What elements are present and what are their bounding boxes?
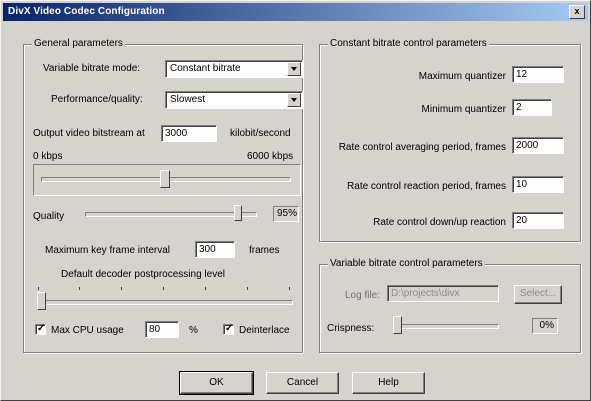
postproc-tick: [79, 287, 80, 290]
quality-readout: 95%: [273, 206, 299, 222]
crispness-label: Crispness:: [327, 323, 375, 334]
close-icon[interactable]: x: [569, 5, 585, 19]
postprocessing-label: Default decoder postprocessing level: [61, 269, 225, 280]
performance-quality-select[interactable]: Slowest: [165, 91, 303, 109]
performance-quality-value: Slowest: [170, 94, 206, 105]
postproc-tick: [163, 287, 164, 290]
vbr-mode-value: Constant bitrate: [170, 63, 241, 74]
vbr-mode-select[interactable]: Constant bitrate: [165, 60, 303, 78]
vbr-parameters-group: Variable bitrate control parameters: [319, 258, 581, 353]
rc-averaging-period-input[interactable]: 2000: [512, 137, 564, 154]
chevron-down-icon[interactable]: [287, 62, 301, 76]
window-title: DivX Video Codec Configuration: [8, 6, 165, 17]
general-parameters-title: General parameters: [32, 38, 125, 49]
min-quantizer-input[interactable]: 2: [512, 99, 552, 116]
log-file-label: Log file:: [345, 290, 381, 301]
postproc-tick: [289, 287, 290, 290]
help-button[interactable]: Help: [352, 372, 425, 394]
performance-quality-label: Performance/quality:: [51, 94, 143, 105]
bitrate-label: Output video bitstream at: [33, 128, 145, 139]
vbr-mode-label: Variable bitrate mode:: [43, 63, 141, 74]
cbr-parameters-title: Constant bitrate control parameters: [328, 38, 489, 49]
rc-reaction-period-label: Rate control reaction period, frames: [347, 181, 506, 192]
crispness-slider-thumb[interactable]: [393, 316, 402, 334]
postproc-tick: [205, 287, 206, 290]
quality-label: Quality: [33, 211, 65, 222]
deinterlace-checkbox[interactable]: [223, 323, 234, 335]
rc-down-up-reaction-label: Rate control down/up reaction: [373, 217, 506, 228]
max-cpu-label: Max CPU usage: [51, 325, 124, 336]
crispness-slider-track: [393, 324, 499, 329]
max-key-frame-label: Maximum key frame interval: [45, 245, 171, 256]
max-key-frame-input[interactable]: 300: [195, 241, 235, 258]
bitrate-unit: kilobit/second: [230, 128, 291, 139]
postproc-slider-track: [37, 300, 293, 305]
max-cpu-checkbox[interactable]: [35, 323, 46, 335]
title-bar: DivX Video Codec Configuration x: [3, 3, 588, 21]
postproc-tick: [247, 287, 248, 290]
max-quantizer-label: Maximum quantizer: [418, 71, 506, 82]
cancel-button[interactable]: Cancel: [266, 372, 339, 394]
vbr-parameters-title: Variable bitrate control parameters: [328, 258, 485, 269]
max-cpu-unit: %: [189, 325, 198, 336]
chevron-down-icon[interactable]: [287, 93, 301, 107]
max-key-frame-unit: frames: [249, 245, 280, 256]
deinterlace-label: Deinterlace: [239, 325, 290, 336]
log-file-input[interactable]: D:\projects\divx: [387, 285, 499, 302]
rc-reaction-period-input[interactable]: 10: [512, 176, 564, 193]
rc-down-up-reaction-input[interactable]: 20: [512, 212, 564, 229]
postproc-tick: [121, 287, 122, 290]
max-quantizer-input[interactable]: 12: [512, 66, 564, 83]
ok-button[interactable]: OK: [179, 371, 254, 395]
bitrate-slider-thumb[interactable]: [160, 170, 170, 188]
bitrate-min-label: 0 kbps: [33, 151, 63, 162]
postproc-tick: [38, 287, 39, 290]
select-log-button[interactable]: Select...: [514, 285, 562, 304]
min-quantizer-label: Minimum quantizer: [421, 104, 506, 115]
bitrate-input[interactable]: 3000: [161, 125, 217, 142]
quality-slider-track: [85, 212, 257, 217]
crispness-readout: 0%: [532, 318, 558, 334]
postproc-slider-thumb[interactable]: [37, 292, 46, 310]
quality-slider-thumb[interactable]: [234, 205, 243, 221]
bitrate-max-label: 6000 kbps: [247, 151, 294, 162]
codec-config-dialog: DivX Video Codec Configuration x General…: [0, 0, 591, 401]
rc-averaging-period-label: Rate control averaging period, frames: [338, 142, 506, 153]
max-cpu-input[interactable]: 80: [145, 321, 179, 338]
